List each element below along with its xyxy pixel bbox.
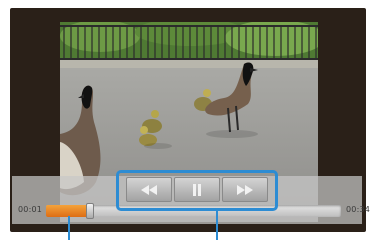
pause-icon xyxy=(193,183,201,196)
total-time: 00:34 xyxy=(346,205,371,214)
fast-forward-button[interactable] xyxy=(222,177,268,202)
seek-handle[interactable] xyxy=(86,203,94,219)
pause-button[interactable] xyxy=(174,177,220,202)
current-time: 00:01 xyxy=(18,205,43,214)
rewind-icon xyxy=(141,184,157,195)
controls-callout-line xyxy=(216,210,218,240)
seek-bar-callout-line xyxy=(68,216,70,240)
fast-forward-icon xyxy=(237,184,253,195)
video-player-screen: 00:01 00:34 xyxy=(0,0,378,240)
rewind-button[interactable] xyxy=(126,177,172,202)
